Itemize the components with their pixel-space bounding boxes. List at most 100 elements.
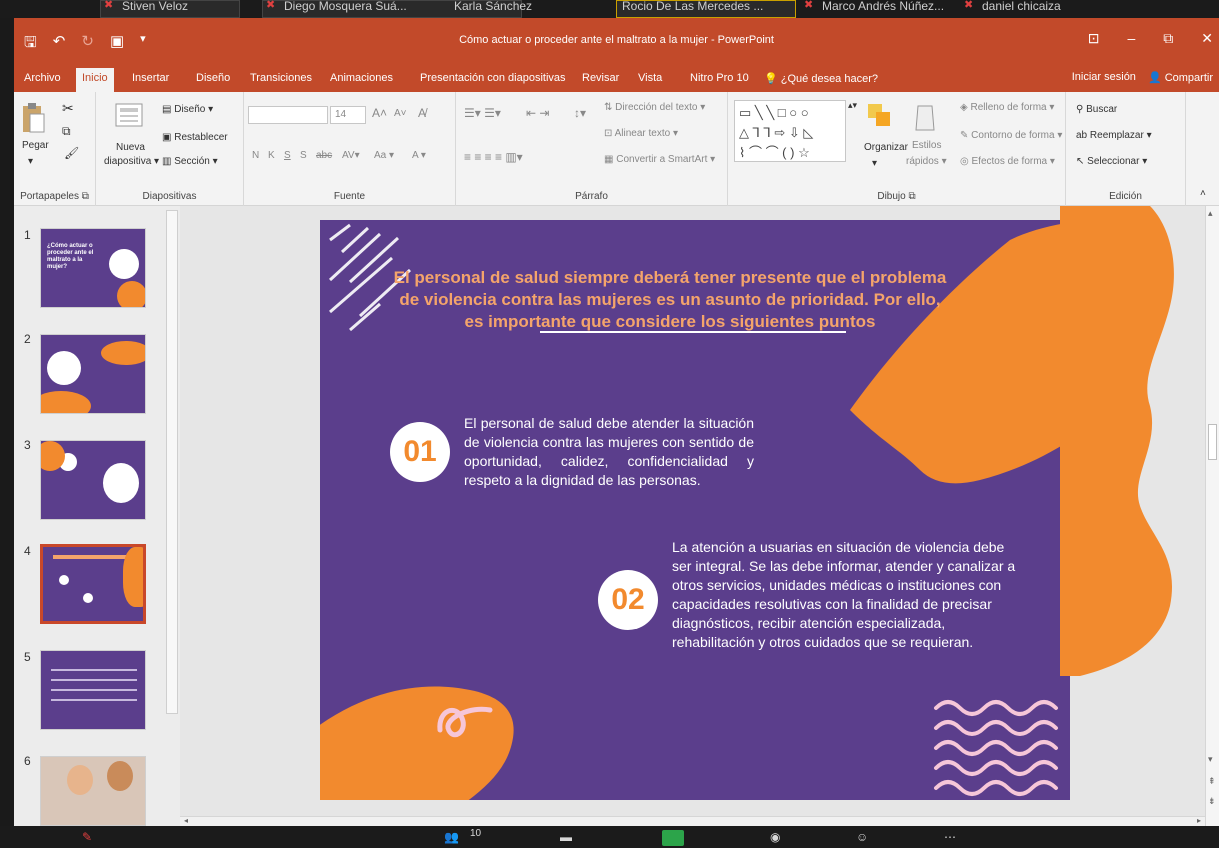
previous-slide-icon[interactable]: ⇞ (1208, 776, 1216, 787)
thumbnail-number: 6 (24, 754, 31, 768)
smartart-button[interactable]: ▦ Convertir a SmartArt ▾ (604, 154, 715, 165)
tab-diseno[interactable]: Diseño (196, 72, 230, 84)
scroll-down-icon[interactable]: ▾ (1208, 754, 1213, 765)
shape-effects-button[interactable]: ◎ Efectos de forma ▾ (960, 156, 1055, 167)
decrease-font-icon[interactable]: A˅ (394, 108, 407, 119)
thumbnails-scrollbar[interactable] (166, 210, 178, 714)
quick-styles-icon[interactable] (914, 102, 938, 134)
minimize-button[interactable]: – (1127, 30, 1135, 47)
maximize-button[interactable]: ⧉ (1163, 30, 1173, 47)
section-button[interactable]: ▥ Sección ▾ (162, 156, 218, 167)
chat-icon[interactable]: ▬ (560, 830, 572, 844)
reactions-icon[interactable]: ☺ (856, 830, 868, 844)
next-slide-icon[interactable]: ⇟ (1208, 796, 1216, 807)
mute-mic-icon[interactable]: ✎ (82, 830, 92, 844)
clear-format-icon[interactable]: A̸ (418, 106, 426, 120)
participant-name: Karla Sánchez (454, 0, 533, 13)
scroll-right-icon[interactable]: ▸ (1197, 816, 1201, 825)
font-name-input[interactable] (248, 106, 328, 124)
sign-in-link[interactable]: Iniciar sesión (1072, 71, 1136, 84)
slide-title[interactable]: El personal de salud siempre deberá tene… (390, 267, 950, 333)
slide-horizontal-scrollbar[interactable]: ◂ ▸ (180, 816, 1205, 826)
select-button[interactable]: ↖ Seleccionar ▾ (1076, 156, 1147, 167)
new-slide-label-2[interactable]: diapositiva ▾ (104, 156, 159, 167)
layout-button[interactable]: ▤ Diseño ▾ (162, 104, 213, 115)
scroll-left-icon[interactable]: ◂ (184, 816, 188, 825)
change-case-button[interactable]: Aa ▾ (374, 150, 394, 161)
indent-icon[interactable]: ⇤ ⇥ (526, 106, 549, 120)
font-color-icon[interactable]: A ▾ (412, 150, 426, 161)
ribbon-display-options-icon[interactable]: ⊡ (1088, 30, 1100, 47)
tab-animaciones[interactable]: Animaciones (330, 72, 393, 84)
slide-thumbnail-5[interactable] (40, 650, 146, 730)
arrange-button[interactable]: Organizar (864, 142, 908, 153)
tab-vista[interactable]: Vista (638, 72, 662, 84)
tab-nitro[interactable]: Nitro Pro 10 (690, 72, 749, 84)
slide-thumbnail-4-selected[interactable] (40, 544, 146, 624)
quick-styles-label-2[interactable]: rápidos ▾ (906, 156, 947, 167)
find-button[interactable]: ⚲ Buscar (1076, 104, 1117, 115)
group-edicion: ⚲ Buscar ab Reemplazar ▾ ↖ Seleccionar ▾… (1066, 92, 1186, 206)
shape-fill-button[interactable]: ◈ Relleno de forma ▾ (960, 102, 1054, 113)
font-size-input[interactable]: 14 (330, 106, 366, 124)
effects-icon: ◎ (960, 156, 972, 167)
cut-icon[interactable]: ✂ (62, 100, 74, 117)
new-slide-label[interactable]: Nueva (116, 142, 145, 153)
arrange-icon[interactable] (866, 102, 894, 130)
gallery-more-icon[interactable]: ▴▾ (848, 100, 857, 111)
tab-presentacion[interactable]: Presentación con diapositivas (420, 72, 566, 84)
slide-4[interactable]: El personal de salud siempre deberá tene… (320, 220, 1070, 800)
dialog-launcher-icon[interactable]: ⧉ (909, 191, 916, 202)
scroll-thumb[interactable] (1208, 424, 1217, 460)
format-painter-icon[interactable]: 🖌 (64, 146, 79, 160)
slide-thumbnail-2[interactable] (40, 334, 146, 414)
slide-vertical-scrollbar[interactable]: ▴ ▾ ⇞ ⇟ (1205, 206, 1219, 826)
underline-button[interactable]: S (284, 150, 291, 161)
share-screen-icon[interactable] (662, 830, 684, 846)
slide-thumbnail-3[interactable] (40, 440, 146, 520)
new-slide-icon[interactable] (114, 102, 144, 130)
tab-archivo[interactable]: Archivo (24, 72, 61, 84)
replace-button[interactable]: ab Reemplazar ▾ (1076, 130, 1152, 141)
tab-inicio[interactable]: Inicio (76, 68, 114, 92)
point-text-02[interactable]: La atención a usuarias en situación de v… (672, 538, 1022, 652)
reset-button[interactable]: ▣ Restablecer (162, 132, 228, 143)
share-button[interactable]: 👤 Compartir (1148, 71, 1213, 84)
tell-me-search[interactable]: 💡 ¿Qué desea hacer? (764, 72, 878, 85)
shadow-button[interactable]: S (300, 150, 307, 161)
align-text-button[interactable]: ⊡ Alinear texto ▾ (604, 128, 678, 139)
shapes-gallery[interactable]: ▭ ╲ ╲ □ ○ ○ △ ⅂ ⅂ ⇨ ⇩ ◺ ⌇ ⌒ ⌒ ( ) ☆ (734, 100, 846, 162)
bold-button[interactable]: N (252, 150, 259, 161)
align-icons[interactable]: ≡ ≡ ≡ ≡ ▥▾ (464, 150, 523, 164)
close-button[interactable]: ✕ (1201, 30, 1213, 47)
tab-revisar[interactable]: Revisar (582, 72, 619, 84)
ribbon: Pegar ▾ ✂ ⧉ 🖌 Portapapeles ⧉ Nueva diapo… (14, 92, 1219, 206)
shape-outline-button[interactable]: ✎ Contorno de forma ▾ (960, 130, 1062, 141)
paste-label[interactable]: Pegar (22, 140, 49, 151)
more-icon[interactable]: ⋯ (944, 830, 956, 844)
scroll-up-icon[interactable]: ▴ (1208, 208, 1213, 219)
arrange-dropdown-icon[interactable]: ▾ (872, 158, 877, 169)
text-direction-button[interactable]: ⇅ Dirección del texto ▾ (604, 102, 705, 113)
char-spacing-icon[interactable]: AV▾ (342, 150, 360, 161)
increase-font-icon[interactable]: A˄ (372, 106, 387, 120)
record-icon[interactable]: ◉ (770, 830, 780, 844)
collapse-ribbon-icon[interactable]: ˄ (1200, 188, 1206, 199)
screen: ✖ Stiven Veloz ✖ Diego Mosquera Suá... Kar… (0, 0, 1219, 848)
slide-thumbnail-6[interactable] (40, 756, 146, 826)
copy-icon[interactable]: ⧉ (62, 124, 71, 139)
point-text-01[interactable]: El personal de salud debe atender la sit… (464, 414, 754, 490)
tab-transiciones[interactable]: Transiciones (250, 72, 312, 84)
participants-icon[interactable]: 👥 (444, 830, 459, 844)
dialog-launcher-icon[interactable]: ⧉ (82, 191, 89, 202)
paste-icon[interactable] (20, 102, 46, 136)
tab-insertar[interactable]: Insertar (132, 72, 169, 84)
paste-dropdown-icon[interactable]: ▾ (28, 156, 33, 167)
line-spacing-icon[interactable]: ↕▾ (574, 106, 586, 120)
quick-styles-label[interactable]: Estilos (912, 140, 941, 151)
italic-button[interactable]: K (268, 150, 275, 161)
slide-thumbnail-1[interactable]: ¿Cómo actuar o proceder ante el maltrato… (40, 228, 146, 308)
strikethrough-button[interactable]: abc (316, 150, 332, 161)
group-dibujo: ▭ ╲ ╲ □ ○ ○ △ ⅂ ⅂ ⇨ ⇩ ◺ ⌇ ⌒ ⌒ ( ) ☆ ▴▾ Org… (728, 92, 1066, 206)
bullets-icon[interactable]: ☰▾ ☰▾ (464, 106, 501, 120)
